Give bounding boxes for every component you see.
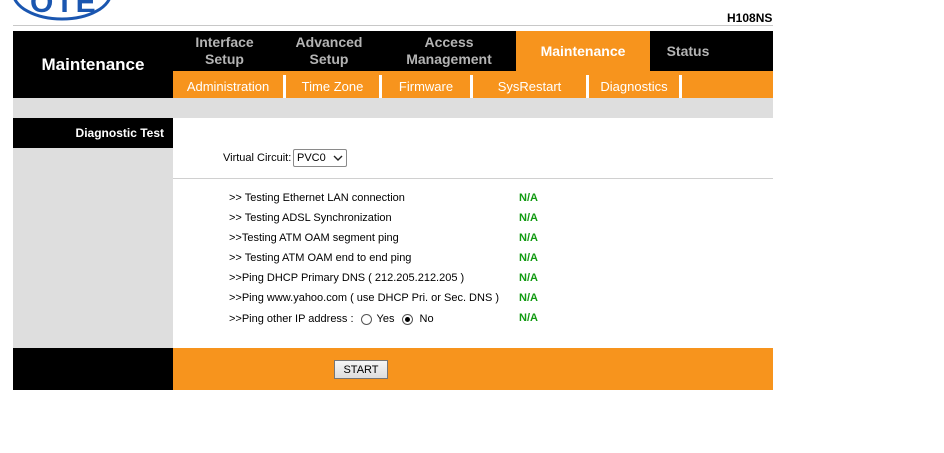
test-ethernet-status: N/A [519,192,538,204]
chevron-down-icon [333,155,343,161]
virtual-circuit-value: PVC0 [297,152,326,164]
footer-left [13,348,173,390]
test-other-ip-row: >>Ping other IP address : Yes No [229,311,434,327]
radio-no-label: No [419,313,434,325]
subtab-diagnostics[interactable]: Diagnostics [589,75,679,98]
footer-bar [173,348,773,390]
subtab-time-zone[interactable]: Time Zone [286,75,379,98]
model-name: H108NS [727,11,773,25]
subtab-administration[interactable]: Administration [173,75,283,98]
test-oam-segment-label: >>Testing ATM OAM segment ping [229,232,399,244]
tab-status[interactable]: Status [650,31,726,71]
subnav-separator [679,75,682,98]
side-heading: Diagnostic Test [13,118,173,148]
virtual-circuit-label: Virtual Circuit: [223,152,292,164]
tab-access-management[interactable]: Access Management [382,31,516,71]
test-other-ip-status: N/A [519,312,538,324]
section-divider [173,178,773,179]
test-oam-end-label: >> Testing ATM OAM end to end ping [229,252,412,264]
test-yahoo-status: N/A [519,292,538,304]
subtab-firmware[interactable]: Firmware [382,75,470,98]
radio-yes[interactable] [360,313,372,325]
tab-advanced-setup[interactable]: Advanced Setup [276,31,382,71]
radio-yes-label: Yes [376,313,395,325]
test-adsl-status: N/A [519,212,538,224]
header-spacer [13,98,773,118]
start-button[interactable]: START [334,360,388,379]
test-dhcp-dns-status: N/A [519,272,538,284]
side-column [13,148,173,348]
top-divider [13,25,773,26]
logo-text: OTE [30,0,98,19]
tab-maintenance[interactable]: Maintenance [516,31,650,71]
subtab-sysrestart[interactable]: SysRestart [473,75,586,98]
virtual-circuit-select[interactable]: PVC0 [293,149,347,167]
test-oam-segment-status: N/A [519,232,538,244]
test-ethernet-label: >> Testing Ethernet LAN connection [229,192,405,204]
test-other-ip-label: >>Ping other IP address : [229,313,354,325]
top-navigation: Interface Setup Advanced Setup Access Ma… [173,31,773,71]
test-yahoo-label: >>Ping www.yahoo.com ( use DHCP Pri. or … [229,292,500,304]
test-adsl-label: >> Testing ADSL Synchronization [229,212,392,224]
tab-interface-setup[interactable]: Interface Setup [173,31,276,71]
test-oam-end-status: N/A [519,252,538,264]
radio-no[interactable] [401,313,413,325]
sub-navigation: Administration Time Zone Firmware SysRes… [173,71,773,98]
section-title: Maintenance [13,31,173,98]
test-dhcp-dns-label: >>Ping DHCP Primary DNS ( 212.205.212.20… [229,272,465,284]
